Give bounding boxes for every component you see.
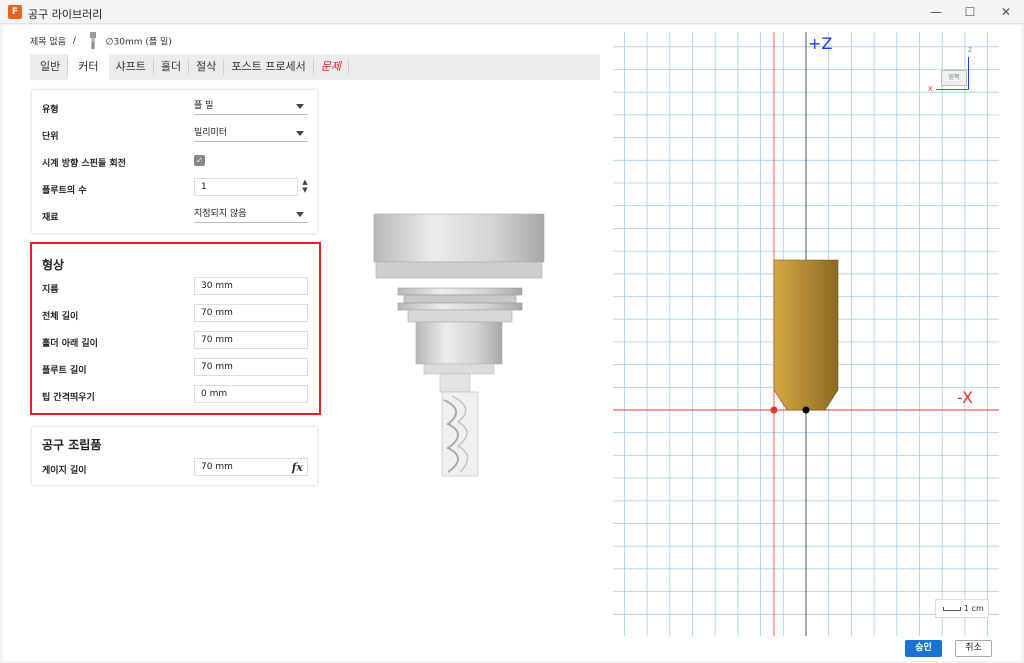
unit-select[interactable]: 밀리미터 bbox=[194, 126, 308, 142]
assembly-title: 공구 조립품 bbox=[42, 438, 102, 452]
tool-tip-marker bbox=[802, 406, 810, 414]
viewcube-x-label: X bbox=[928, 85, 933, 93]
app-logo-icon: F bbox=[8, 5, 22, 19]
chevron-down-icon bbox=[296, 104, 304, 109]
breadcrumb-root[interactable]: 제목 없음 bbox=[30, 38, 66, 48]
tab-cutter[interactable]: 커터 bbox=[68, 54, 109, 80]
tab-bar: 일반 커터 샤프트 홀더 절삭 포스트 프로세서 문제 bbox=[30, 54, 600, 80]
title-bar: F 공구 라이브러리 — ☐ ✕ bbox=[0, 0, 1024, 24]
spin-up-icon[interactable]: ▲ bbox=[300, 178, 310, 186]
viewcube-face[interactable]: 왼쪽 bbox=[941, 70, 967, 86]
close-button[interactable]: ✕ bbox=[988, 3, 1024, 21]
material-label: 재료 bbox=[42, 213, 59, 223]
chevron-down-icon bbox=[296, 131, 304, 136]
viewport-grid bbox=[613, 32, 999, 636]
viewcube-z-axis bbox=[968, 57, 969, 89]
type-value: 플 밀 bbox=[194, 101, 214, 111]
gauge-length-value: 70 mm bbox=[201, 462, 233, 472]
tab-shaft[interactable]: 샤프트 bbox=[109, 59, 154, 75]
clockwise-label: 시계 방향 스핀들 회전 bbox=[42, 159, 126, 169]
tab-problems[interactable]: 문제 bbox=[314, 59, 349, 75]
scale-bar-icon bbox=[943, 607, 961, 611]
unit-label: 단위 bbox=[42, 132, 59, 142]
breadcrumb: 제목 없음 / ∅30mm (플 밀) bbox=[30, 32, 172, 50]
window-title: 공구 라이브러리 bbox=[28, 8, 103, 21]
tab-general[interactable]: 일반 bbox=[30, 59, 69, 75]
view-cube[interactable]: Z X 왼쪽 bbox=[928, 47, 976, 95]
gauge-length-input[interactable]: 70 mm fx bbox=[194, 458, 308, 476]
clockwise-checkbox[interactable]: ✓ bbox=[194, 155, 205, 166]
viewcube-z-label: Z bbox=[968, 47, 973, 54]
scale-indicator: 1 cm bbox=[935, 599, 989, 618]
material-value: 지정되지 않음 bbox=[194, 209, 247, 219]
geometry-highlight-box bbox=[30, 242, 321, 415]
unit-value: 밀리미터 bbox=[194, 128, 228, 138]
type-select[interactable]: 플 밀 bbox=[194, 99, 308, 115]
chevron-down-icon bbox=[296, 212, 304, 217]
cutter-card: 유형 플 밀 단위 밀리미터 시계 방향 스핀들 회전 ✓ 플루트의 수 1 ▲… bbox=[32, 90, 317, 233]
tab-holder[interactable]: 홀더 bbox=[154, 59, 190, 75]
gauge-length-label: 게이지 길이 bbox=[42, 466, 87, 476]
viewcube-x-axis bbox=[936, 89, 969, 90]
origin-marker-red bbox=[770, 406, 778, 414]
material-select[interactable]: 지정되지 않음 bbox=[194, 207, 308, 223]
minimize-button[interactable]: — bbox=[918, 3, 954, 21]
breadcrumb-tool: ∅30mm (플 밀) bbox=[105, 37, 172, 48]
axis-x-label: -X bbox=[957, 388, 973, 407]
tab-cutting[interactable]: 절삭 bbox=[189, 59, 225, 75]
type-label: 유형 bbox=[42, 105, 59, 115]
breadcrumb-separator: / bbox=[72, 36, 76, 46]
tool-preview-image bbox=[373, 213, 545, 477]
tab-post-processor[interactable]: 포스트 프로세서 bbox=[224, 59, 314, 75]
flutes-label: 플루트의 수 bbox=[42, 186, 87, 196]
spin-down-icon[interactable]: ▼ bbox=[300, 186, 310, 194]
assembly-card: 공구 조립품 게이지 길이 70 mm fx bbox=[32, 427, 317, 485]
endmill-icon bbox=[89, 32, 97, 50]
formula-fx-icon[interactable]: fx bbox=[292, 460, 303, 476]
tool-viewport[interactable] bbox=[613, 32, 999, 636]
cancel-button[interactable]: 취소 bbox=[955, 640, 992, 657]
accept-button[interactable]: 승인 bbox=[905, 640, 942, 657]
maximize-button[interactable]: ☐ bbox=[952, 3, 988, 21]
tool-body-shape bbox=[773, 259, 839, 411]
axis-z-label: +Z bbox=[808, 34, 833, 53]
flutes-input[interactable]: 1 bbox=[194, 178, 298, 196]
flutes-stepper[interactable]: ▲ ▼ bbox=[300, 178, 310, 196]
scale-label: 1 cm bbox=[964, 604, 984, 613]
